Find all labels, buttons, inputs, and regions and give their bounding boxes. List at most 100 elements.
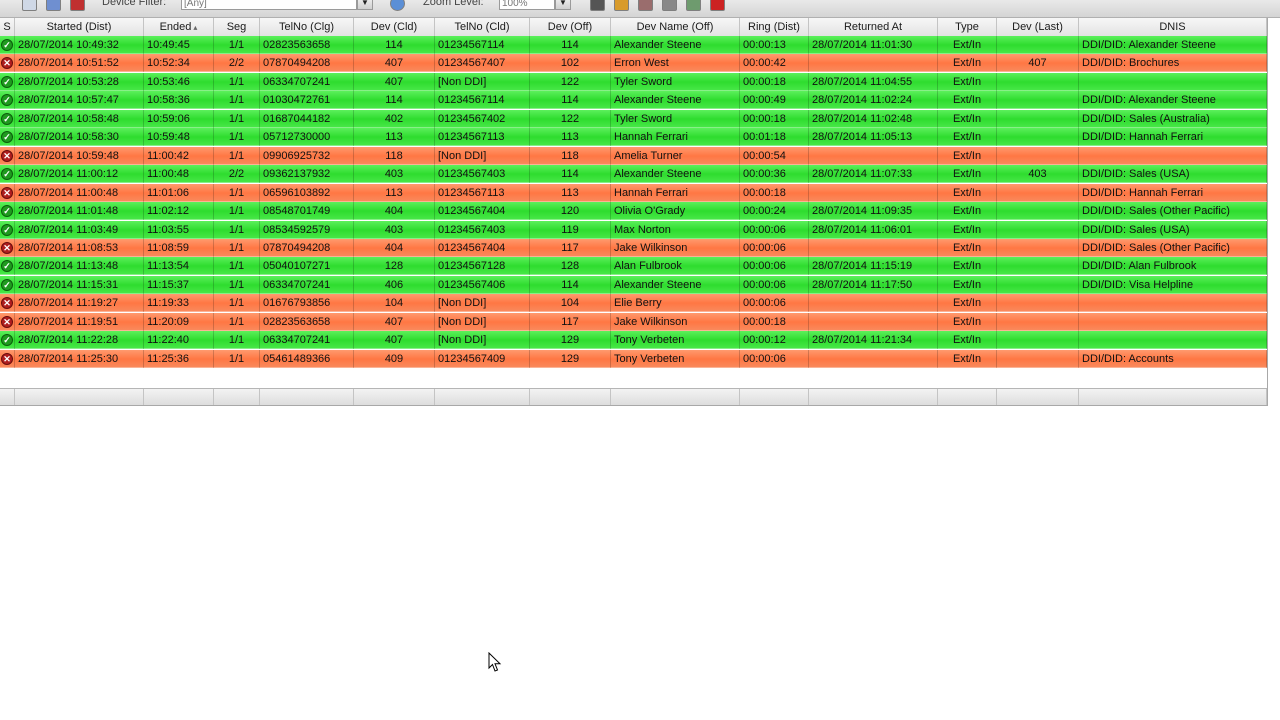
dnis-cell: DDI/DID: Accounts [1079,349,1267,368]
table-row[interactable]: ✕ 28/07/2014 11:25:30 11:25:36 1/1 054614893… [0,349,1267,368]
ended-cell: 11:00:42 [144,146,214,165]
ring-cell: 00:00:49 [740,91,809,110]
ended-cell: 11:01:06 [144,183,214,202]
print-icon[interactable] [22,0,37,11]
ended-cell: 11:15:37 [144,275,214,294]
dev-last-cell [997,146,1079,165]
header-started[interactable]: Started (Dist) [15,18,144,36]
table-row[interactable]: ✓ 28/07/2014 11:01:48 11:02:12 1/1 085487017… [0,202,1267,221]
started-cell: 28/07/2014 11:00:48 [15,183,144,202]
table-row[interactable]: ✓ 28/07/2014 11:15:31 11:15:37 1/1 063347072… [0,275,1267,294]
table-row[interactable]: ✓ 28/07/2014 10:57:47 10:58:36 1/1 010304727… [0,91,1267,110]
header-label: S [3,21,11,33]
refresh-icon[interactable] [390,0,405,11]
dev-cld-cell: 403 [354,220,435,239]
dnis-cell: DDI/DID: Sales (USA) [1079,165,1267,184]
ring-cell: 00:00:18 [740,183,809,202]
dev-off-cell: 117 [530,312,611,331]
status-cell: ✓ [0,220,15,239]
table-row[interactable]: ✕ 28/07/2014 11:19:27 11:19:33 1/1 016767938… [0,294,1267,313]
status-cell: ✕ [0,349,15,368]
table-row[interactable]: ✕ 28/07/2014 11:00:48 11:01:06 1/1 065961038… [0,183,1267,202]
dev-cld-cell: 114 [354,91,435,110]
footer-cell [260,389,354,405]
telno-clg-cell: 02823563658 [260,36,354,54]
dev-off-cell: 122 [530,72,611,91]
header-dev-last[interactable]: Dev (Last) [997,18,1079,36]
telno-clg-cell: 06334707241 [260,331,354,350]
header-seg[interactable]: Seg [214,18,260,36]
cross-icon: ✕ [1,297,13,310]
ring-cell: 00:00:06 [740,257,809,276]
header-telno-clg[interactable]: TelNo (Clg) [260,18,354,36]
close-icon[interactable] [710,0,725,11]
device-filter-select[interactable]: [Any] [181,0,357,10]
grid-icon[interactable] [662,0,677,11]
table-row[interactable]: ✓ 28/07/2014 11:03:49 11:03:55 1/1 085345925… [0,220,1267,239]
table-row[interactable]: ✕ 28/07/2014 11:19:51 11:20:09 1/1 028235636… [0,312,1267,331]
status-cell: ✓ [0,109,15,128]
header-status[interactable]: S [0,18,15,36]
header-type[interactable]: Type [938,18,997,36]
dev-off-cell: 117 [530,238,611,257]
type-cell: Ext/In [938,294,997,313]
table-row[interactable]: ✕ 28/07/2014 10:59:48 11:00:42 1/1 099069257… [0,146,1267,165]
header-ended[interactable]: Ended ▴ [144,18,214,36]
type-cell: Ext/In [938,128,997,147]
header-returned-at[interactable]: Returned At [809,18,938,36]
type-cell: Ext/In [938,312,997,331]
table-row[interactable]: ✓ 28/07/2014 10:58:48 10:59:06 1/1 016870441… [0,109,1267,128]
check-icon: ✓ [1,168,13,181]
export-icon[interactable] [46,0,61,11]
dev-cld-cell: 128 [354,257,435,276]
table-row[interactable]: ✓ 28/07/2014 11:13:48 11:13:54 1/1 050401072… [0,257,1267,276]
table-row[interactable]: ✓ 28/07/2014 10:58:30 10:59:48 1/1 057127300… [0,128,1267,147]
table-row[interactable]: ✓ 28/07/2014 11:00:12 11:00:48 2/2 093621379… [0,165,1267,184]
settings-icon[interactable] [638,0,653,11]
started-cell: 28/07/2014 11:25:30 [15,349,144,368]
dev-name-cell: Alexander Steene [611,165,740,184]
table-row[interactable]: ✕ 28/07/2014 10:51:52 10:52:34 2/2 078704942… [0,54,1267,73]
ended-cell: 11:08:59 [144,238,214,257]
dev-cld-cell: 404 [354,202,435,221]
check-icon: ✓ [1,94,13,107]
started-cell: 28/07/2014 11:15:31 [15,275,144,294]
color-icon[interactable] [614,0,629,11]
header-dev-cld[interactable]: Dev (Cld) [354,18,435,36]
footer-cell [214,389,260,405]
check-icon: ✓ [1,39,13,51]
dev-last-cell [997,109,1079,128]
header-ring[interactable]: Ring (Dist) [740,18,809,36]
telno-clg-cell: 02823563658 [260,312,354,331]
header-dev-name[interactable]: Dev Name (Off) [611,18,740,36]
table-row[interactable]: ✕ 28/07/2014 11:08:53 11:08:59 1/1 078704942… [0,238,1267,257]
table-row[interactable]: ✓ 28/07/2014 10:53:28 10:53:46 1/1 063347072… [0,72,1267,91]
chevron-down-icon[interactable]: ▼ [555,0,571,10]
footer-cell [611,389,740,405]
zoom-level-select[interactable]: 100% [499,0,555,10]
type-cell: Ext/In [938,220,997,239]
check-icon: ✓ [1,334,13,347]
header-telno-cld[interactable]: TelNo (Cld) [435,18,530,36]
started-cell: 28/07/2014 11:08:53 [15,238,144,257]
header-dnis[interactable]: DNIS [1079,18,1267,36]
report-icon[interactable] [590,0,605,11]
returned-at-cell [809,238,938,257]
filter-icon[interactable] [70,0,85,11]
footer-cell [740,389,809,405]
grid-icon[interactable] [686,0,701,11]
header-dev-off[interactable]: Dev (Off) [530,18,611,36]
table-row[interactable]: ✓ 28/07/2014 10:49:32 10:49:45 1/1 028235636… [0,36,1267,54]
status-cell: ✓ [0,331,15,350]
footer-cell [1079,389,1267,405]
header-label: Ended [159,21,192,33]
dev-name-cell: Max Norton [611,220,740,239]
dev-last-cell [997,238,1079,257]
dnis-cell: DDI/DID: Alexander Steene [1079,36,1267,54]
chevron-down-icon[interactable]: ▼ [357,0,373,10]
seg-cell: 1/1 [214,312,260,331]
dnis-cell: DDI/DID: Sales (Other Pacific) [1079,202,1267,221]
table-row[interactable]: ✓ 28/07/2014 11:22:28 11:22:40 1/1 063347072… [0,331,1267,350]
ring-cell: 00:00:06 [740,294,809,313]
cross-icon: ✕ [1,315,13,328]
